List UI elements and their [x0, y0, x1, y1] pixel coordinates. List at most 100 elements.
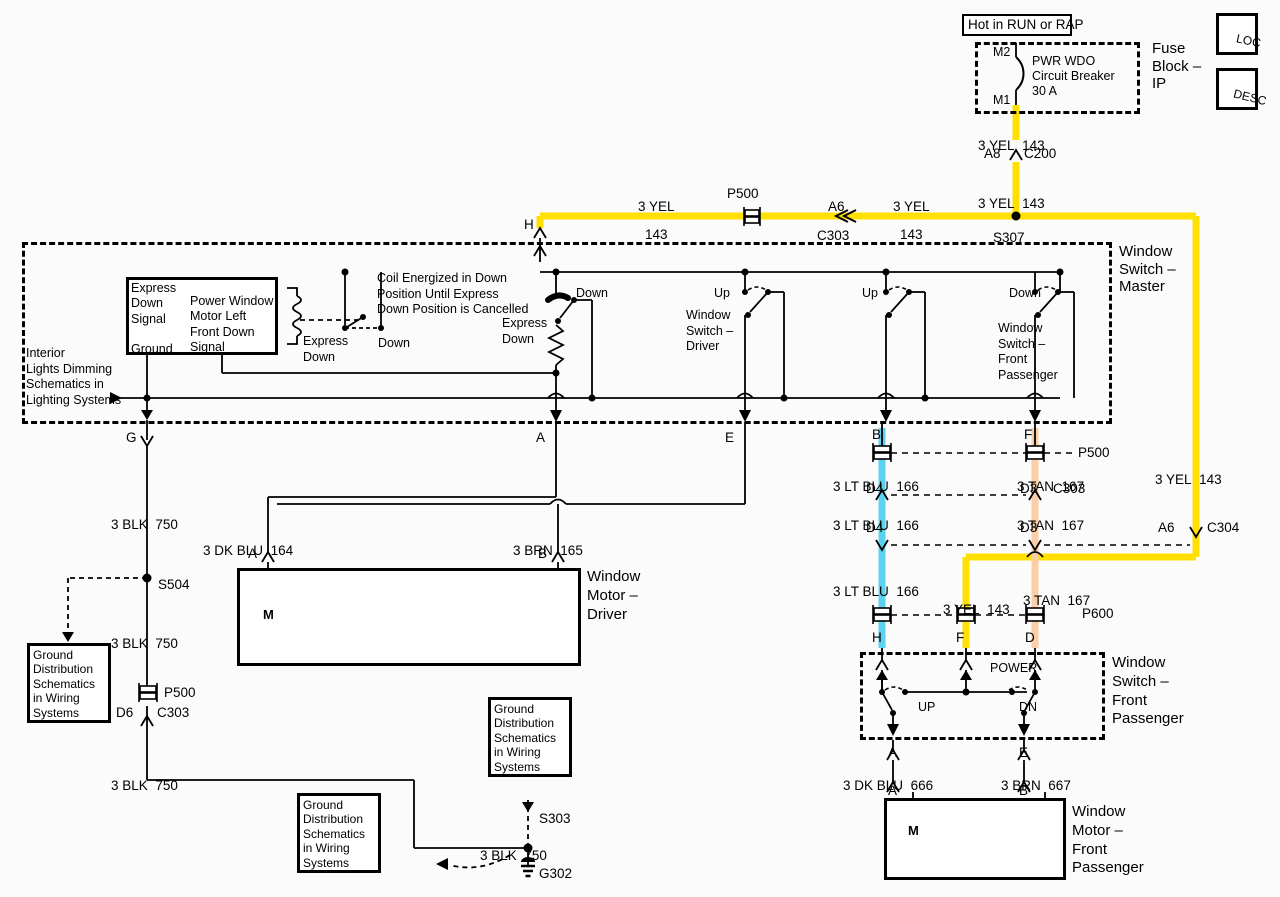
wire-color-code: 3 YEL [1155, 471, 1192, 487]
ground-dist-note-2: Ground Distribution Schematics in Wiring… [303, 798, 366, 870]
terminal-f-master: F [1024, 427, 1033, 442]
wire-circuit-number: 167 [1061, 517, 1085, 533]
wire-circuit-number: 143 [987, 601, 1010, 617]
breaker-terminal-m1: M1 [993, 93, 1011, 107]
wire-circuit-number: 166 [896, 478, 919, 494]
hot-in-run-label: Hot in RUN or RAP [968, 17, 1084, 32]
wire-circuit-number: 166 [896, 583, 919, 599]
connector-p600: P600 [1082, 606, 1114, 621]
desc-tab-label[interactable]: DESC [1219, 72, 1269, 114]
wire-label-tan-167-b: 3 TAN 167 [1002, 502, 1084, 550]
up-driver-label: Up [714, 286, 730, 300]
connector-c200: C200 [1024, 146, 1057, 161]
terminal-e-master: E [725, 430, 735, 445]
terminal-d4-top: D4 [866, 481, 884, 496]
wire-color-code: 3 BLK [111, 516, 148, 532]
window-switch-master-label: Window Switch – Master [1119, 243, 1176, 296]
wire-color-code: 3 BLK [480, 847, 517, 863]
window-motor-front-passenger-label: Window Motor – Front Passenger [1072, 803, 1144, 877]
connector-p500-top: P500 [727, 186, 759, 201]
terminal-a-pass-top: A [888, 745, 898, 760]
interior-lights-note: Interior Lights Dimming Schematics in Li… [26, 346, 122, 407]
terminal-d3-top: D3 [1020, 481, 1038, 496]
wire-circuit-number: 164 [270, 542, 294, 558]
wire-label-brn-667: 3 BRN 667 [986, 762, 1071, 810]
splice-s303: S303 [539, 811, 571, 826]
dn-label-pass: DN [1019, 700, 1038, 714]
wire-label-dkblu-666: 3 DK BLU 666 [828, 762, 933, 810]
wire-label-yel-143-bus-left: 3 YEL [638, 199, 675, 215]
wire-color-code: 3 YEL [893, 199, 930, 214]
terminal-d4-bot: D4 [866, 520, 884, 535]
wire-label-dkblu-164: 3 DK BLU 164 [188, 527, 293, 575]
wire-color-code: 3 TAN [1023, 592, 1061, 608]
connector-c304: C304 [1207, 520, 1240, 535]
wire-circuit-143-bus-left: 143 [645, 227, 668, 242]
up-label-pass: UP [918, 700, 936, 714]
express-down-signal-label: Express Down Signal Ground [131, 281, 177, 356]
wire-color-code: 3 BLK [111, 777, 148, 793]
wire-label-tan-167-c: 3 TAN 167 [1008, 577, 1090, 625]
wire-color-code: 3 LT BLU [833, 583, 889, 599]
wire-color-code: 3 YEL [638, 199, 675, 214]
window-motor-front-passenger-box [884, 798, 1066, 880]
connector-p500-blk: P500 [164, 685, 196, 700]
wire-label-blk-750-c303: 3 BLK 750 [96, 762, 178, 810]
wire-circuit-number: 166 [896, 517, 919, 533]
wire-label-yel-143-bus-right: 3 YEL [893, 199, 930, 215]
wire-circuit-number: 143 [1199, 471, 1222, 487]
connector-c303-top: C303 [817, 228, 850, 243]
terminal-h-pass: H [872, 630, 882, 645]
motor-symbol-driver-letter: M [263, 607, 274, 622]
wire-label-ltblu-166-c: 3 LT BLU 166 [818, 568, 919, 616]
terminal-b-master: B [872, 427, 882, 442]
wire-color-code: 3 YEL [978, 195, 1015, 211]
desc-tab-text: DESC [1232, 86, 1269, 109]
power-label: POWER [990, 661, 1038, 675]
window-switch-front-passenger-master-label: Window Switch – Front Passenger [998, 321, 1058, 382]
wire-circuit-number: 666 [910, 777, 934, 793]
power-window-motor-left-label: Power Window Motor Left Front Down Signa… [190, 294, 274, 354]
wire-label-blk-750-g302: 3 BLK 750 [465, 832, 547, 880]
wire-color-code: 3 BLK [111, 635, 148, 651]
terminal-e-pass-top: E [1019, 745, 1029, 760]
terminal-b-motor-drv-top: B [538, 546, 548, 561]
down-left-label: Down [378, 336, 410, 350]
wire-circuit-143-bus-right: 143 [900, 227, 923, 242]
front-passenger-switch-boundary [860, 652, 1105, 740]
wire-circuit-number: 750 [524, 847, 547, 863]
wire-circuit-number: 750 [155, 777, 178, 793]
wire-circuit-number: 750 [155, 516, 178, 532]
breaker-terminal-m2: M2 [993, 45, 1011, 59]
express-down-right-label: Express Down [502, 316, 548, 346]
terminal-a-pass-bot: A [888, 783, 898, 798]
breaker-name-label: PWR WDO Circuit Breaker 30 A [1032, 54, 1115, 98]
terminal-b-pass-bot: B [1019, 783, 1029, 798]
window-switch-front-passenger-label: Window Switch – Front Passenger [1112, 654, 1184, 728]
terminal-d3-bot: D3 [1020, 520, 1038, 535]
express-down-left-label: Express Down [303, 334, 349, 364]
down-passenger-label: Down [1009, 286, 1041, 300]
loc-tab-label[interactable]: LOC [1222, 17, 1263, 59]
wire-color-code: 3 YEL [943, 601, 980, 617]
terminal-d-pass: D [1025, 630, 1035, 645]
wire-label-yel-143-p600: 3 YEL 143 [928, 586, 1010, 634]
ground-dist-note-3: Ground Distribution Schematics in Wiring… [494, 702, 557, 774]
up-passenger-label: Up [862, 286, 878, 300]
wire-circuit-number: 667 [1048, 777, 1071, 793]
terminal-f-pass: F [956, 630, 965, 645]
terminal-h-master: H [524, 217, 534, 232]
loc-tab-text: LOC [1235, 31, 1263, 51]
ground-dist-note-1: Ground Distribution Schematics in Wiring… [33, 648, 96, 720]
window-motor-driver-box [237, 568, 581, 666]
wire-circuit-number: 143 [1022, 195, 1045, 211]
wire-label-blk-750-s504: 3 BLK 750 [96, 620, 178, 668]
splice-s307: S307 [993, 230, 1025, 245]
motor-symbol-passenger-letter: M [908, 823, 919, 838]
fuse-block-label: Fuse Block – IP [1152, 40, 1202, 93]
splice-s504: S504 [158, 577, 190, 592]
window-motor-driver-label: Window Motor – Driver [587, 568, 641, 623]
ground-g302: G302 [539, 866, 573, 881]
down-master-driver-label: Down [576, 286, 608, 300]
coil-energized-note: Coil Energized in Down Position Until Ex… [377, 271, 529, 316]
